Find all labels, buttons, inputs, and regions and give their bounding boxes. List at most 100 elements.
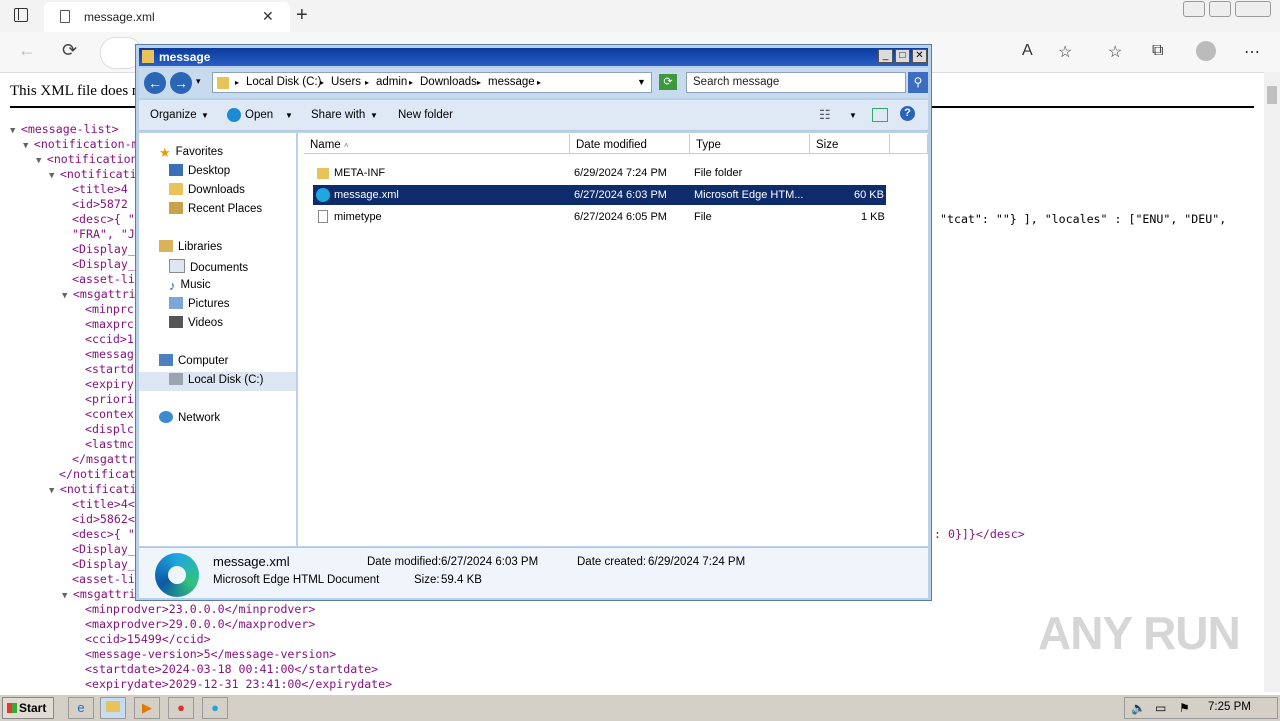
search-icon[interactable]: ⚲	[908, 72, 928, 93]
minimize-button[interactable]	[1183, 1, 1205, 17]
column-header-blank	[890, 134, 928, 154]
xml-line-fragment: "tcat": ""} ], "locales" : ["ENU", "DEU"…	[940, 212, 1227, 226]
xml-line-text: <maxprc	[85, 317, 134, 331]
created-label: Date created:	[577, 556, 647, 568]
column-header-type[interactable]: Type	[690, 134, 810, 154]
xml-line: <maxprodver>29.0.0.0</maxprodver>	[85, 617, 315, 632]
view-options-icon[interactable]: ☷	[819, 107, 831, 123]
share-with-button[interactable]: Share with	[311, 109, 365, 121]
favorites-icon[interactable]: ☆	[1108, 42, 1122, 62]
breadcrumb-item[interactable]: message	[488, 76, 535, 88]
xml-line-text: <lastmc	[85, 437, 134, 451]
expand-triangle-icon[interactable]: ▼	[49, 486, 60, 496]
breadcrumb-item[interactable]: Users	[331, 76, 361, 88]
preview-pane-icon[interactable]	[872, 108, 888, 122]
column-header-size[interactable]: Size	[810, 134, 890, 154]
flag-icon[interactable]: ⚑	[1179, 701, 1190, 715]
expand-triangle-icon[interactable]: ▼	[23, 141, 34, 151]
xml-line: <startd	[85, 362, 134, 377]
network-tray-icon[interactable]: ▭	[1155, 701, 1166, 715]
start-button[interactable]: Start	[2, 697, 54, 719]
sidebar-item-label: Network	[178, 412, 221, 424]
file-name: META-INF	[334, 167, 386, 179]
column-header-date[interactable]: Date modified	[570, 134, 690, 154]
volume-icon[interactable]: 🔈	[1131, 701, 1146, 715]
edge-taskbar-icon[interactable]: ●	[202, 697, 228, 719]
organize-button[interactable]: Organize	[150, 109, 197, 121]
sort-ascending-icon: ˄	[343, 141, 349, 150]
sidebar-item-network[interactable]: Network	[159, 411, 220, 424]
xml-line-text: <title>4<	[72, 497, 135, 511]
file-row-selected[interactable]: message.xml 6/27/2024 6:03 PM Microsoft …	[313, 185, 886, 205]
sidebar-item-computer[interactable]: Computer	[159, 354, 229, 367]
expand-triangle-icon[interactable]: ▼	[62, 591, 73, 601]
breadcrumb-item[interactable]: Downloads	[420, 76, 477, 88]
back-icon[interactable]: ←	[18, 40, 36, 61]
expand-triangle-icon[interactable]: ▼	[10, 126, 21, 136]
search-input[interactable]: Search message	[686, 72, 906, 93]
add-favorite-icon[interactable]: ☆	[1058, 42, 1072, 62]
browser-tab[interactable]: message.xml ✕	[44, 2, 290, 32]
expand-triangle-icon[interactable]: ▼	[36, 156, 47, 166]
sidebar-item-pictures[interactable]: Pictures	[169, 297, 230, 310]
close-tab-icon[interactable]: ✕	[262, 8, 274, 25]
xml-line: <ccid>1	[85, 332, 134, 347]
document-icon	[60, 10, 70, 23]
sidebar-item-videos[interactable]: Videos	[169, 316, 223, 329]
xml-line-text: <minprodver>23.0.0.0</minprodver>	[85, 602, 316, 616]
sidebar-item-libraries[interactable]: Libraries	[159, 240, 222, 253]
sidebar-item-documents[interactable]: Documents	[169, 259, 248, 274]
scroll-thumb[interactable]	[1267, 86, 1277, 104]
ie-icon[interactable]: e	[68, 697, 94, 719]
maximize-button[interactable]: □	[895, 49, 910, 63]
back-icon[interactable]: ←	[144, 72, 166, 94]
profile-avatar[interactable]	[1196, 41, 1216, 61]
open-button[interactable]: Open	[245, 109, 273, 121]
edge-icon	[227, 108, 241, 122]
expand-triangle-icon[interactable]: ▼	[49, 171, 60, 181]
xml-line: <expiry	[85, 377, 134, 392]
explorer-taskbar-icon[interactable]	[100, 697, 126, 719]
page-scrollbar[interactable]	[1264, 72, 1280, 692]
close-window-button[interactable]	[1235, 1, 1271, 17]
read-aloud-icon[interactable]: A	[1022, 42, 1033, 60]
refresh-icon[interactable]: ⟳	[659, 74, 677, 90]
tab-actions-icon[interactable]	[14, 8, 28, 22]
recent-pages-icon[interactable]: ▾	[196, 76, 201, 87]
chevron-icon: ▸	[477, 78, 482, 87]
breadcrumb[interactable]: ▸ Local Disk (C:) ▸ Users ▸ admin ▸ Down…	[212, 72, 652, 93]
close-button[interactable]: ✕	[912, 49, 927, 63]
new-tab-button[interactable]: +	[296, 4, 308, 27]
sidebar-item-favorites[interactable]: ★ Favorites	[159, 145, 223, 160]
explorer-title-bar[interactable]: message _ □ ✕	[139, 48, 928, 66]
new-folder-button[interactable]: New folder	[398, 109, 453, 121]
xml-line: </msgattr	[72, 452, 135, 467]
sidebar-item-recent-places[interactable]: Recent Places	[169, 202, 262, 215]
column-label: Name	[310, 139, 341, 151]
help-icon[interactable]: ?	[900, 106, 915, 121]
xml-line: <ccid>15499</ccid>	[85, 632, 211, 647]
media-player-icon[interactable]: ▶	[134, 697, 160, 719]
breadcrumb-item[interactable]: admin	[376, 76, 407, 88]
restore-button[interactable]	[1209, 1, 1231, 17]
minimize-button[interactable]: _	[878, 49, 893, 63]
forward-icon[interactable]: →	[170, 72, 192, 94]
file-row[interactable]: META-INF 6/29/2024 7:24 PM File folder	[313, 163, 886, 183]
column-header-name[interactable]: Name ˄	[304, 134, 570, 154]
file-date: 6/27/2024 6:03 PM	[574, 189, 667, 201]
file-row[interactable]: mimetype 6/27/2024 6:05 PM File 1 KB	[313, 207, 886, 227]
refresh-icon[interactable]: ⟳	[62, 40, 77, 61]
chevron-down-icon[interactable]: ▼	[849, 111, 857, 120]
sidebar-item-downloads[interactable]: Downloads	[169, 183, 245, 196]
sidebar-item-music[interactable]: ♪ Music	[169, 278, 211, 293]
expand-triangle-icon[interactable]: ▼	[62, 291, 73, 301]
drive-icon	[169, 373, 183, 385]
sidebar-item-local-disk[interactable]: Local Disk (C:)	[169, 373, 263, 386]
breadcrumb-item[interactable]: Local Disk (C:)	[246, 76, 321, 88]
more-icon[interactable]: ⋯	[1244, 42, 1260, 62]
dropdown-icon[interactable]: ▼	[637, 77, 646, 87]
sidebar-item-desktop[interactable]: Desktop	[169, 164, 230, 177]
chrome-icon[interactable]: ●	[168, 697, 194, 719]
xml-line-text: <desc>{ "	[72, 527, 135, 541]
collections-icon[interactable]: ⧉	[1152, 42, 1163, 60]
